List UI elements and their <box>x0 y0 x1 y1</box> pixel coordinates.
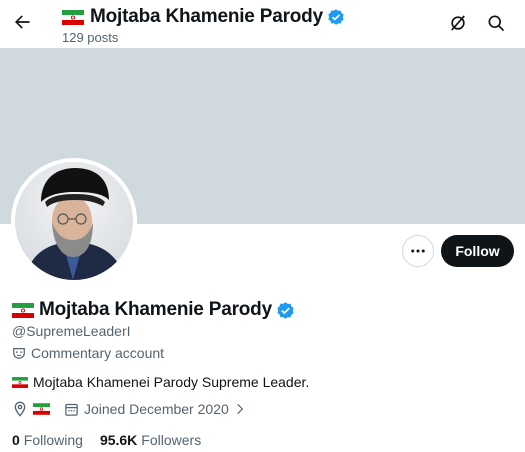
followers-link[interactable]: 95.6K Followers <box>100 432 201 448</box>
location-icon <box>14 401 26 417</box>
following-count: 0 <box>12 432 20 448</box>
header-name: Mojtaba Khamenie Parody <box>90 6 323 27</box>
parody-label-text: Commentary account <box>31 345 165 361</box>
display-name: Mojtaba Khamenie Parody <box>39 299 272 320</box>
profile-meta: Joined December 2020 <box>12 401 261 417</box>
iran-flag-icon <box>12 376 28 388</box>
back-button[interactable] <box>6 6 38 38</box>
post-count: 129 posts <box>62 30 119 45</box>
chevron-right-icon <box>237 403 243 415</box>
iran-flag-icon <box>33 403 50 415</box>
followers-label: Followers <box>141 432 202 448</box>
verified-badge-icon[interactable] <box>276 301 295 320</box>
back-arrow-icon <box>15 15 30 29</box>
iran-flag-icon <box>62 9 84 25</box>
location <box>12 401 50 417</box>
profile-name-row: Mojtaba Khamenie Parody <box>12 298 295 322</box>
header-title: Mojtaba Khamenie Parody <box>62 6 345 28</box>
parody-label: Commentary account <box>12 345 164 361</box>
join-date-text: Joined December 2020 <box>84 401 229 417</box>
grok-button[interactable] <box>444 9 472 37</box>
iran-flag-icon <box>12 302 34 318</box>
verified-badge-icon <box>327 8 345 26</box>
follow-stats: 0 Following 95.6K Followers <box>12 432 218 448</box>
join-date[interactable]: Joined December 2020 <box>64 401 247 417</box>
avatar[interactable] <box>11 158 137 284</box>
search-button[interactable] <box>482 9 510 37</box>
avatar-image <box>15 162 133 280</box>
following-link[interactable]: 0 Following <box>12 432 83 448</box>
handle: @SupremeLeaderI <box>12 323 131 339</box>
grok-icon <box>451 15 465 31</box>
calendar-icon <box>65 403 78 416</box>
top-bar: Mojtaba Khamenie Parody 129 posts <box>0 0 525 48</box>
parody-mask-icon <box>13 348 25 359</box>
more-icon <box>411 249 425 253</box>
more-options-button[interactable] <box>402 235 434 267</box>
bio-text: Mojtaba Khamenei Parody Supreme Leader. <box>33 374 310 390</box>
following-label: Following <box>23 432 83 448</box>
followers-count: 95.6K <box>99 432 138 448</box>
search-icon <box>488 15 505 32</box>
follow-button[interactable]: Follow <box>441 235 514 267</box>
bio: Mojtaba Khamenei Parody Supreme Leader. <box>12 374 309 390</box>
